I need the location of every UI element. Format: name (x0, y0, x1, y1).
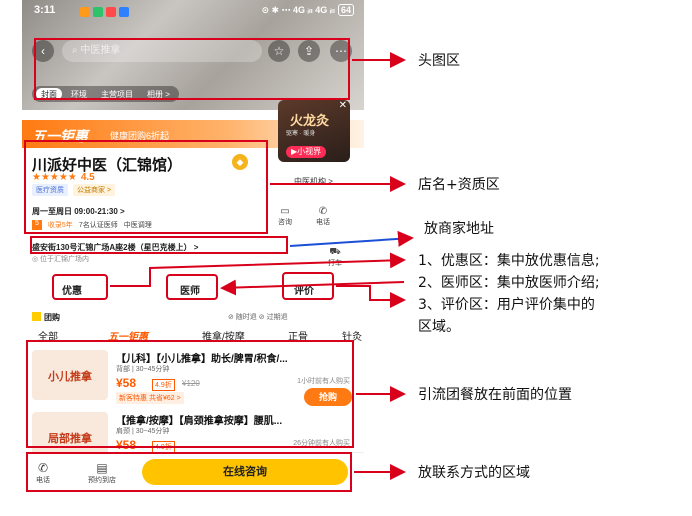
annotation-address: 放商家地址 (424, 221, 494, 237)
arrow-review (336, 285, 406, 308)
arrow-address (289, 230, 414, 247)
arrow-discount (110, 252, 406, 287)
annotation-section-2: 2、医师区：集中放医师介绍; (418, 275, 600, 291)
arrow-doctor (220, 279, 405, 296)
annotation-contact: 放联系方式的区域 (418, 465, 530, 481)
annotation-section-1: 1、优惠区：集中放优惠信息; (418, 253, 600, 269)
annotation-shopname: 店名+资质区 (418, 177, 500, 193)
annotation-section-4: 区域。 (418, 319, 460, 335)
annotation-section-3: 3、评价区：用户评价集中的 (418, 297, 595, 313)
annotation-hero: 头图区 (418, 53, 460, 69)
annotation-deals: 引流团餐放在前面的位置 (418, 387, 572, 403)
